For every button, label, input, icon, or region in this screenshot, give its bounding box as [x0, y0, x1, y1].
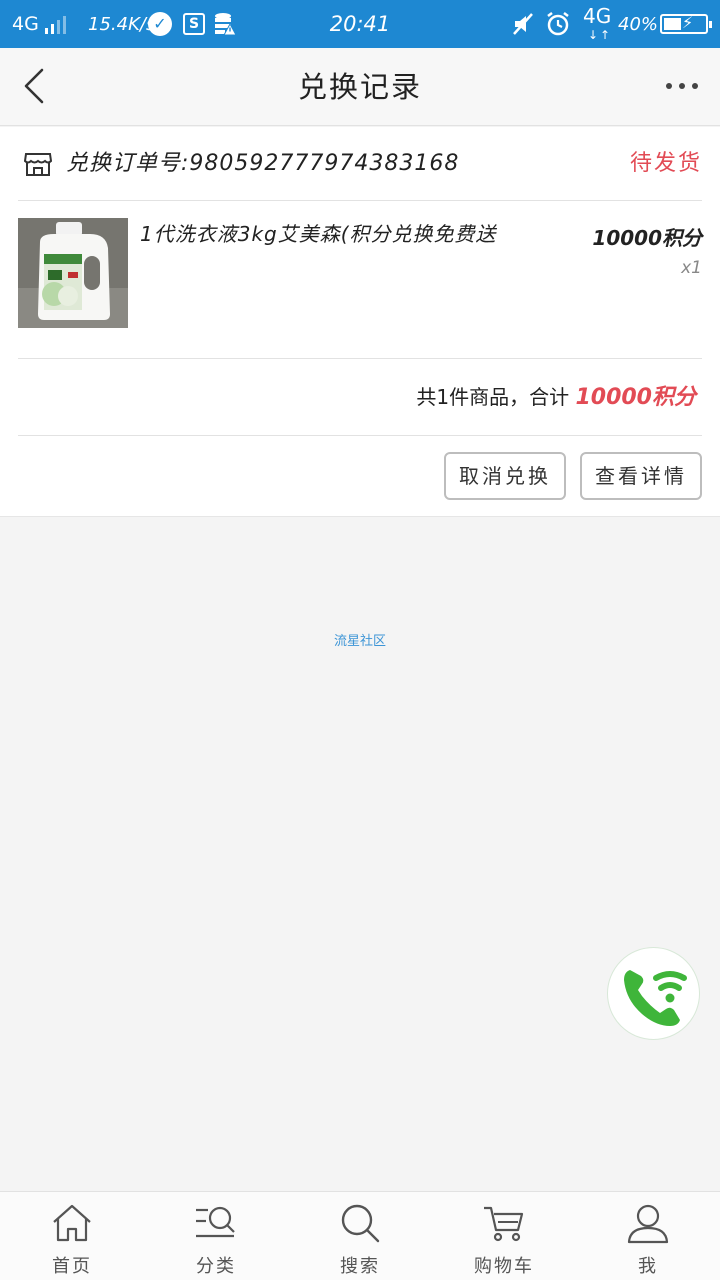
more-options-icon[interactable]: [658, 68, 706, 104]
view-details-button[interactable]: 查看详情: [580, 452, 702, 500]
tab-search[interactable]: 搜索: [288, 1192, 432, 1280]
order-card: 兑换订单号:980592777974383168 待发货 1代洗衣液3kg艾美森…: [0, 127, 720, 517]
page-title: 兑换记录: [297, 70, 422, 104]
order-header: 兑换订单号:980592777974383168 待发货: [18, 127, 702, 201]
tab-label: 我: [638, 1256, 658, 1277]
customer-service-button[interactable]: [607, 947, 700, 1040]
product-image[interactable]: [18, 218, 128, 328]
order-status: 待发货: [629, 151, 702, 176]
data-arrows-icon: ↓↑: [588, 28, 613, 42]
shop-icon: [24, 153, 52, 176]
bottom-tab-bar: 首页 分类 搜索 购物车 我: [0, 1191, 720, 1280]
search-icon: [341, 1204, 380, 1243]
alarm-icon: [547, 12, 569, 36]
category-icon: [196, 1206, 235, 1238]
status-bar: 4G 15.4K/s ✓ S 20:41 4G ↓↑ 40% ⚡: [0, 0, 720, 48]
summary-text: 共1件商品，合计: [416, 385, 570, 409]
back-arrow-icon[interactable]: [14, 64, 58, 108]
home-icon: [53, 1204, 91, 1242]
user-icon: [627, 1204, 669, 1244]
battery-percent: 40%: [618, 13, 659, 35]
product-name: 1代洗衣液3kg艾美森(积分兑换免费送: [140, 222, 497, 246]
summary-points: 10000积分: [575, 385, 696, 410]
product-price: 10000积分: [592, 226, 702, 250]
tab-profile[interactable]: 我: [576, 1192, 720, 1280]
order-summary: 共1件商品，合计 10000积分: [18, 359, 702, 436]
battery-icon: ⚡: [660, 13, 712, 34]
tab-category[interactable]: 分类: [144, 1192, 288, 1280]
mute-icon: [513, 13, 533, 35]
tab-label: 首页: [52, 1256, 92, 1277]
tab-label: 购物车: [474, 1256, 534, 1277]
app-header: 兑换记录: [0, 48, 720, 126]
watermark-link[interactable]: 流星社区: [0, 630, 720, 649]
order-number: 兑换订单号:980592777974383168: [66, 151, 460, 176]
product-quantity: x1: [681, 258, 702, 278]
product-item[interactable]: 1代洗衣液3kg艾美森(积分兑换免费送 10000积分 x1: [18, 202, 702, 359]
tab-home[interactable]: 首页: [0, 1192, 144, 1280]
tab-label: 搜索: [340, 1256, 380, 1277]
order-actions: 取消兑换 查看详情: [18, 437, 702, 517]
cart-icon: [484, 1206, 524, 1242]
tab-label: 分类: [196, 1256, 236, 1277]
cancel-exchange-button[interactable]: 取消兑换: [444, 452, 566, 500]
phone-call-icon: [624, 970, 687, 1026]
tab-cart[interactable]: 购物车: [432, 1192, 576, 1280]
